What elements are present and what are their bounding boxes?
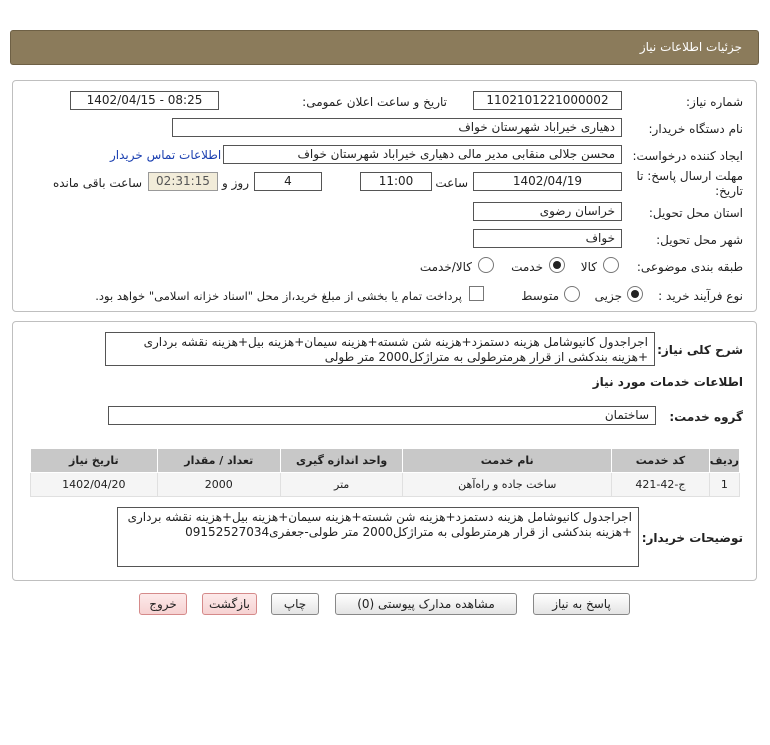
buyer-notes-field: اجراجدول کانیوشامل هزینه دستمزد+هزینه شن… (117, 507, 639, 567)
buyer-org-field: دهیاری خیراباد شهرستان خواف (172, 118, 622, 137)
col-quantity: تعداد / مقدار (156, 448, 281, 473)
cell-need-date: 1402/04/20 (30, 472, 158, 497)
col-service-code: کد خدمت (611, 448, 710, 473)
treasury-checkbox[interactable] (469, 286, 484, 301)
days-label: روز و (222, 176, 249, 190)
cell-row-number: 1 (708, 472, 741, 497)
province-label: استان محل تحویل: (648, 206, 743, 220)
table-header-row: ردیف کد خدمت نام خدمت واحد اندازه گیری ت… (30, 448, 741, 473)
print-button[interactable]: چاپ (271, 593, 319, 615)
col-unit: واحد اندازه گیری (279, 448, 404, 473)
announce-datetime-field: 1402/04/15 - 08:25 (70, 91, 219, 110)
deadline-label: مهلت ارسال پاسخ: تا (636, 169, 743, 183)
city-field: خواف (473, 229, 622, 248)
category-goods-service-radio[interactable] (478, 257, 494, 273)
cell-service-code: ج-42-421 (611, 472, 710, 497)
table-row: 1 ج-42-421 ساخت جاده و راه‌آهن متر 2000 … (30, 472, 741, 497)
category-service-label: خدمت (511, 260, 543, 274)
need-number-label: شماره نیاز: (686, 95, 743, 109)
need-details-panel (12, 80, 757, 312)
page: ParsNamadData جزئیات اطلاعات نیاز شماره … (0, 0, 770, 745)
cell-unit: متر (279, 472, 404, 497)
cell-quantity: 2000 (156, 472, 281, 497)
category-goods-radio[interactable] (603, 257, 619, 273)
deadline-date-label: تاریخ: (715, 184, 743, 198)
process-label: نوع فرآیند خرید : (658, 289, 743, 303)
category-goods-service-label: کالا/خدمت (419, 260, 472, 274)
process-medium-radio[interactable] (564, 286, 580, 302)
description-label: شرح کلی نیاز: (657, 343, 743, 357)
buyer-contact-link[interactable]: اطلاعات تماس خریدار (110, 148, 221, 162)
cell-service-name: ساخت جاده و راه‌آهن (402, 472, 613, 497)
service-group-field: ساختمان (108, 406, 656, 425)
service-group-label: گروه خدمت: (669, 410, 743, 424)
col-row-number: ردیف (708, 448, 741, 473)
category-label: طبقه بندی موضوعی: (636, 260, 743, 274)
buyer-notes-label: توضیحات خریدار: (641, 531, 743, 545)
requester-field: محسن جلالی منقابی مدیر مالی دهیاری خیراب… (223, 145, 622, 164)
category-goods-label: کالا (580, 260, 597, 274)
deadline-date-field: 1402/04/19 (473, 172, 622, 191)
back-button[interactable]: بازگشت (202, 593, 257, 615)
view-attachments-button[interactable]: مشاهده مدارک پیوستی (0) (335, 593, 517, 615)
process-minor-label: جزیی (594, 289, 622, 303)
exit-button[interactable]: خروج (139, 593, 187, 615)
remaining-time-label: ساعت باقی مانده (52, 176, 142, 190)
treasury-note: پرداخت تمام یا بخشی از مبلغ خرید،از محل … (95, 289, 462, 303)
deadline-time-field: 11:00 (360, 172, 432, 191)
category-service-radio[interactable] (549, 257, 565, 273)
remaining-time-field: 02:31:15 (148, 172, 218, 191)
announce-datetime-label: تاریخ و ساعت اعلان عمومی: (302, 95, 447, 109)
province-field: خراسان رضوی (473, 202, 622, 221)
col-need-date: تاریخ نیاز (30, 448, 158, 473)
services-section-title: اطلاعات خدمات مورد نیاز (592, 375, 743, 389)
deadline-time-label: ساعت (435, 176, 468, 190)
reply-button[interactable]: پاسخ به نیاز (533, 593, 630, 615)
process-medium-label: متوسط (521, 289, 559, 303)
description-field: اجراجدول کانیوشامل هزینه دستمزد+هزینه شن… (105, 332, 655, 366)
services-table: ردیف کد خدمت نام خدمت واحد اندازه گیری ت… (30, 448, 741, 497)
col-service-name: نام خدمت (402, 448, 613, 473)
city-label: شهر محل تحویل: (656, 233, 743, 247)
need-number-field: 1102101221000002 (473, 91, 622, 110)
process-minor-radio[interactable] (627, 286, 643, 302)
buyer-org-label: نام دستگاه خریدار: (648, 122, 744, 136)
requester-label: ایجاد کننده درخواست: (632, 149, 743, 163)
remaining-days-field: 4 (254, 172, 322, 191)
page-title: جزئیات اطلاعات نیاز (10, 30, 759, 65)
